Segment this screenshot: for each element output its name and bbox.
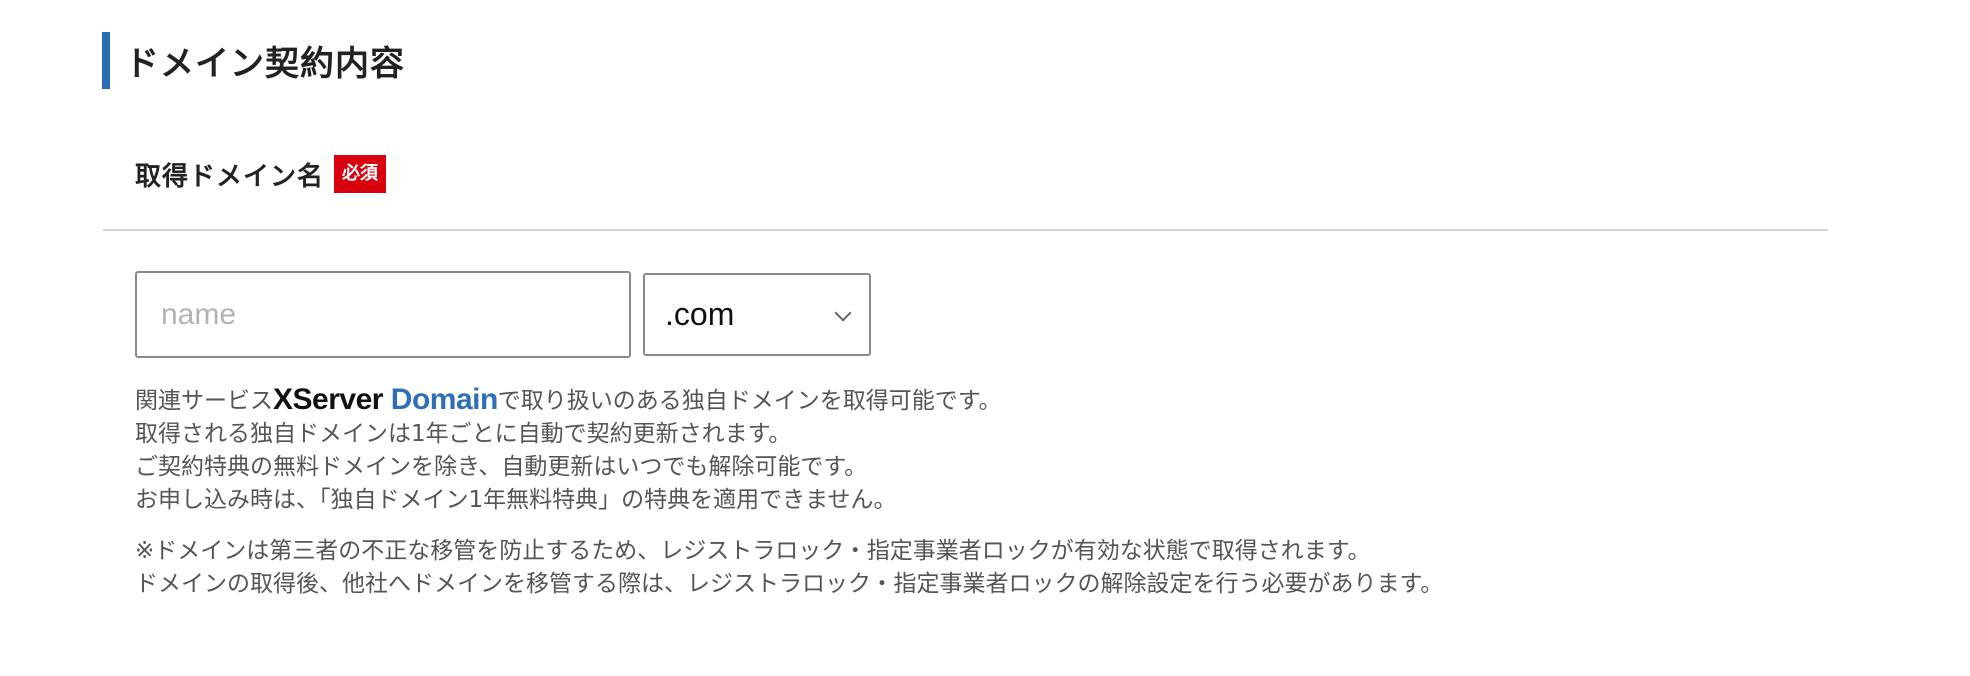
- note-line-4: お申し込み時は、「独自ドメイン1年無料特典」の特典を適用できません。: [135, 487, 897, 513]
- brand-domain-text: Domain: [390, 383, 499, 416]
- note-line-3: ご契約特典の無料ドメインを除き、自動更新はいつでも解除可能です。: [135, 454, 868, 480]
- tld-select[interactable]: .com: [643, 273, 871, 356]
- section-heading: ドメイン契約内容: [102, 32, 405, 89]
- chevron-down-icon: [834, 304, 852, 322]
- note-line-2: 取得される独自ドメインは1年ごとに自動で契約更新されます。: [135, 421, 792, 447]
- brand-xserver-text: XServer: [273, 383, 383, 416]
- caution-line-2: ドメインの取得後、他社へドメインを移管する際は、レジストラロック・指定事業者ロッ…: [135, 571, 1444, 597]
- field-label-row: 取得ドメイン名 必須: [135, 155, 387, 193]
- domain-name-label: 取得ドメイン名: [135, 161, 325, 192]
- tld-selected-value: .com: [665, 296, 735, 332]
- note-line-1: 関連サービスXServer Domainで取り扱いのある独自ドメインを取得可能で…: [135, 383, 1002, 418]
- heading-accent-bar: [102, 32, 110, 89]
- note-line-1-prefix: 関連サービス: [135, 388, 273, 414]
- domain-notes: 関連サービスXServer Domainで取り扱いのある独自ドメインを取得可能で…: [135, 383, 1002, 517]
- caution-line-1: ※ドメインは第三者の不正な移管を防止するため、レジストラロック・指定事業者ロック…: [135, 538, 1371, 564]
- note-line-1-suffix: で取り扱いのある独自ドメインを取得可能です。: [497, 388, 1002, 414]
- divider: [103, 229, 1828, 231]
- caution-notes: ※ドメインは第三者の不正な移管を防止するため、レジストラロック・指定事業者ロック…: [135, 535, 1443, 601]
- section-title: ドメイン契約内容: [125, 44, 405, 84]
- required-badge: 必須: [334, 155, 387, 193]
- domain-name-input[interactable]: [135, 271, 631, 358]
- xserver-domain-logo: XServer Domain: [273, 383, 498, 416]
